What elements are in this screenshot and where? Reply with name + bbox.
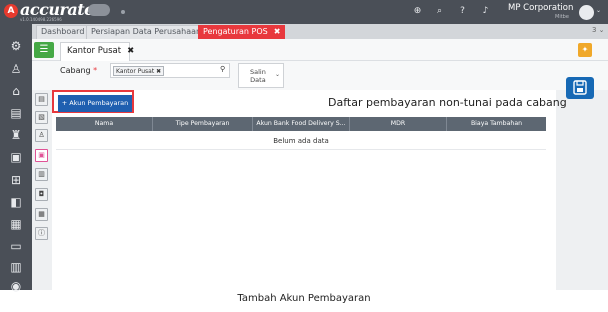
tab-pengaturan-pos[interactable]: Pengaturan POS ✖ — [198, 25, 286, 39]
receipt-icon[interactable]: ▧ — [35, 111, 48, 124]
payment-panel: + Akun Pembayaran Daftar pembayaran non-… — [52, 90, 567, 290]
report-icon[interactable]: ▦ — [8, 216, 24, 232]
logo-badge-icon: A — [4, 4, 18, 18]
clipboard-icon[interactable]: ▥ — [8, 259, 24, 275]
box-icon[interactable]: ◘ — [35, 188, 48, 201]
tab-dashboard[interactable]: Dashboard — [36, 25, 90, 39]
form-area: Cabang * Kantor Pusat ✖ ⚲ Salin Data ⌄ — [32, 61, 608, 99]
chat-icon[interactable]: ⊕ — [411, 5, 424, 18]
building-icon[interactable]: ♜ — [8, 127, 24, 143]
bank-icon[interactable]: ⌂ — [8, 83, 24, 99]
gear-icon[interactable]: ⚙ — [8, 38, 24, 54]
user-name: Mitbe — [555, 14, 569, 20]
search-icon[interactable]: ⚲ — [220, 65, 225, 73]
column-header-akun-bank[interactable]: Akun Bank Food Delivery S... — [253, 117, 350, 131]
form-icon[interactable]: ▤ — [35, 93, 48, 106]
salin-label-line2: Data — [250, 76, 266, 84]
tab-label: Persiapan Data Perusahaan — [91, 27, 202, 36]
column-header-biaya[interactable]: Biaya Tambahan — [447, 117, 546, 131]
tab-persiapan-data[interactable]: Persiapan Data Perusahaan — [86, 25, 207, 39]
column-header-tipe[interactable]: Tipe Pembayaran — [153, 117, 253, 131]
printer-icon[interactable]: ▥ — [35, 168, 48, 181]
org-icon[interactable]: ♙ — [8, 61, 24, 77]
chevron-down-icon[interactable]: ⌄ — [596, 7, 601, 14]
list-icon[interactable]: ▦ — [35, 208, 48, 221]
cabang-label: Cabang * — [60, 66, 97, 75]
lightbulb-icon[interactable]: ✦ — [578, 43, 592, 57]
close-icon[interactable]: ✖ — [274, 27, 281, 36]
caption: Tambah Akun Pembayaran — [237, 293, 371, 304]
settings-doc-icon[interactable]: ◉ — [8, 278, 24, 294]
avatar[interactable] — [579, 5, 594, 20]
company-name[interactable]: MP Corporation — [508, 3, 573, 13]
help-icon[interactable]: ? — [456, 5, 469, 18]
save-button[interactable] — [566, 77, 594, 99]
required-mark: * — [93, 66, 98, 75]
close-icon[interactable]: ✖ — [127, 46, 134, 56]
save-icon — [573, 80, 587, 95]
salin-label-line1: Salin — [250, 68, 266, 76]
salin-data-button[interactable]: Salin Data ⌄ — [238, 63, 284, 88]
column-header-nama[interactable]: Nama — [56, 117, 153, 131]
users-icon[interactable]: ♙ — [35, 129, 48, 142]
chevron-down-icon: ⌄ — [275, 71, 281, 78]
main-tabs: Dashboard Persiapan Data Perusahaan Peng… — [32, 24, 608, 39]
table-header: Nama Tipe Pembayaran Akun Bank Food Deli… — [56, 117, 546, 131]
cloud-icon — [88, 4, 110, 16]
bell-icon[interactable]: ♪ — [479, 5, 492, 18]
info-icon[interactable]: ⓘ — [35, 227, 48, 240]
app-window: A accurate v1.0.140498.226596 ⊕ ⌕ ? ♪ MP… — [0, 0, 608, 293]
highlight-box: + Akun Pembayaran — [52, 90, 134, 113]
subtab-label: Kantor Pusat — [67, 46, 122, 56]
cabang-label-text: Cabang — [60, 66, 91, 75]
keyboard-icon[interactable]: ▭ — [8, 238, 24, 254]
app-version: v1.0.140498.226596 — [20, 17, 62, 22]
tab-kantor-pusat[interactable]: Kantor Pusat ✖ — [60, 42, 134, 61]
tab-count[interactable]: 3 ⌄ — [592, 26, 605, 34]
vertical-toolbar: ▤ ▧ ♙ ▣ ▥ ◘ ▦ ⓘ — [32, 90, 52, 240]
sub-tabs: ☰ Kantor Pusat ✖ ✦ — [32, 39, 608, 61]
status-dot-icon — [121, 10, 125, 14]
salin-data-label: Salin Data — [250, 68, 266, 84]
payment-icon[interactable]: ▣ — [35, 149, 48, 162]
column-header-mdr[interactable]: MDR — [350, 117, 447, 131]
empty-state: Belum ada data — [56, 132, 546, 150]
cabang-input[interactable]: Kantor Pusat ✖ ⚲ — [110, 63, 230, 78]
search-icon[interactable]: ⌕ — [433, 5, 446, 18]
add-akun-pembayaran-button[interactable]: + Akun Pembayaran — [58, 95, 132, 112]
logo: A accurate v1.0.140498.226596 — [2, 0, 147, 23]
document-icon[interactable]: ▤ — [8, 105, 24, 121]
list-menu-button[interactable]: ☰ — [34, 42, 54, 58]
cabang-chip[interactable]: Kantor Pusat ✖ — [113, 66, 165, 76]
top-bar: A accurate v1.0.140498.226596 ⊕ ⌕ ? ♪ MP… — [0, 0, 608, 24]
wallet-icon[interactable]: ▣ — [8, 149, 24, 165]
sidebar: ⚙ ♙ ⌂ ▤ ♜ ▣ ⊞ ◧ ▦ ▭ ▥ ◉ — [0, 24, 32, 293]
tab-label: Dashboard — [41, 27, 85, 36]
cart-icon[interactable]: ⊞ — [8, 172, 24, 188]
panel-title: Daftar pembayaran non-tunai pada cabang — [328, 96, 567, 109]
truck-icon[interactable]: ◧ — [8, 194, 24, 210]
tab-label: Pengaturan POS — [203, 27, 268, 36]
